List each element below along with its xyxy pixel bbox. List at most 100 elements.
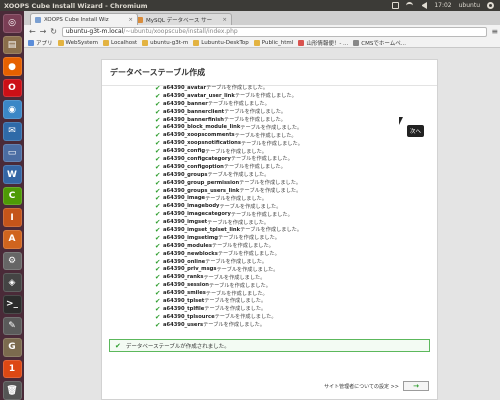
list-item: ✔ a64390_smiles テーブルを作成しました。 <box>155 289 303 297</box>
list-item: ✔ a64390_config テーブルを作成しました。 <box>155 147 303 155</box>
table-name: a64390_groups_users_link <box>163 187 240 194</box>
bookmark-label: WebSystem <box>65 39 99 46</box>
gimp-icon[interactable]: G <box>2 338 22 357</box>
volume-icon[interactable] <box>420 2 428 9</box>
created-message: テーブルを作成しました。 <box>204 306 267 313</box>
created-message: テーブルを作成しました。 <box>234 132 297 139</box>
next-button[interactable]: → <box>403 381 429 391</box>
window-title: XOOPS Cube Install Wizard - Chromium <box>4 1 148 10</box>
bookmark-item[interactable]: 山形情報便！- ... <box>298 39 348 47</box>
software-center-icon[interactable]: A <box>2 230 22 249</box>
tab-label: XOOPS Cube Install Wiz <box>44 16 109 23</box>
tab-xoops-install[interactable]: XOOPS Cube Install Wiz × <box>30 13 138 25</box>
firefox-icon[interactable]: ● <box>2 57 22 76</box>
folder-icon <box>57 39 64 46</box>
checkmark-icon: ✔ <box>155 249 161 258</box>
mail-icon[interactable] <box>392 2 400 9</box>
chromium-icon[interactable]: ◉ <box>2 100 22 120</box>
browser-window: XOOPS Cube Install Wiz × MySQL データベース サー… <box>24 11 500 400</box>
created-message: テーブルを作成しました。 <box>207 101 270 108</box>
list-item: ✔ a64390_tplset テーブルを作成しました。 <box>155 297 303 305</box>
settings-icon[interactable]: ⚙ <box>2 251 22 271</box>
table-name: a64390_configoption <box>163 163 224 170</box>
menu-icon[interactable]: ≡ <box>489 26 500 37</box>
checkmark-icon: ✔ <box>155 202 161 211</box>
writer-icon[interactable]: W <box>2 165 22 184</box>
created-message: テーブルを作成しました。 <box>216 266 279 273</box>
ubuntu-logo-icon[interactable]: ◎ <box>2 14 22 33</box>
created-message: テーブルを作成しました。 <box>224 109 287 116</box>
bookmark-label: Lubuntu-DeskTop <box>201 39 249 46</box>
bookmark-label: CMSでホームペ... <box>361 40 406 47</box>
wizard-footer: サイト管理者についての設定 >> → <box>324 381 429 391</box>
gear-icon[interactable] <box>487 2 494 9</box>
checkmark-icon: ✔ <box>155 320 161 329</box>
opera-icon[interactable]: O <box>2 78 22 98</box>
url-path: /~ubuntu/xoopscube/install/index.php <box>123 28 238 35</box>
table-name: a64390_users <box>163 321 204 328</box>
table-name: a64390_image <box>163 195 206 202</box>
ubuntu-one-icon[interactable]: 1 <box>2 359 22 379</box>
list-item: ✔ a64390_bannerclient テーブルを作成しました。 <box>155 108 303 116</box>
bookmark-item[interactable]: ubuntu-g3t-m <box>142 39 189 46</box>
table-name: a64390_config <box>163 148 206 155</box>
bookmark-item[interactable]: Lubuntu-DeskTop <box>193 39 249 46</box>
table-name: a64390_group_permission <box>163 179 240 186</box>
mysql-workbench-icon[interactable]: ◈ <box>2 273 22 292</box>
bookmark-item[interactable]: Localhost <box>103 39 137 46</box>
checkmark-icon: ✔ <box>155 107 161 116</box>
user-name[interactable]: ubuntu <box>459 2 480 9</box>
checkmark-icon: ✔ <box>155 273 161 282</box>
created-message: テーブルを作成しました。 <box>217 251 280 258</box>
thunderbird-icon[interactable]: ✉ <box>2 122 22 141</box>
tab-mysql[interactable]: MySQL データベース サー × <box>132 13 232 25</box>
close-tab-icon[interactable]: × <box>125 17 133 23</box>
bookmark-item[interactable]: WebSystem <box>57 39 99 46</box>
back-icon[interactable]: ← <box>27 26 38 37</box>
table-name: a64390_online <box>163 258 206 265</box>
checkmark-icon: ✔ <box>155 186 161 195</box>
calc-icon[interactable]: C <box>2 186 22 206</box>
document-icon[interactable]: ▭ <box>2 143 22 163</box>
terminal-icon[interactable]: >_ <box>2 294 22 314</box>
table-name: a64390_newblocks <box>163 250 218 257</box>
text-editor-icon[interactable]: ✎ <box>2 316 22 336</box>
bookmark-label: ubuntu-g3t-m <box>150 39 189 46</box>
page-content: データベーステーブル作成 ✔ a64390_avatar テーブルを作成しました。 ✔… <box>24 48 500 400</box>
files-icon[interactable]: ▤ <box>2 35 22 55</box>
address-bar[interactable]: ubuntu-g3t-m.local/~ubuntu/xoopscube/ins… <box>61 26 488 37</box>
created-message: テーブルを作成しました。 <box>234 93 297 100</box>
list-item: ✔ a64390_imgset テーブルを作成しました。 <box>155 218 303 226</box>
checkmark-icon: ✔ <box>155 154 161 163</box>
bookmark-item[interactable]: アプリ <box>28 39 53 47</box>
checkmark-icon: ✔ <box>155 257 161 266</box>
checkmark-icon: ✔ <box>155 289 161 298</box>
checkmark-icon: ✔ <box>155 123 161 132</box>
created-message: テーブルを作成しました。 <box>203 322 266 329</box>
clock[interactable]: 17:02 <box>434 2 451 9</box>
bookmark-label: 山形情報便！- ... <box>306 40 349 47</box>
list-item: ✔ a64390_configcategory テーブルを作成しました。 <box>155 155 303 163</box>
checkmark-icon: ✔ <box>115 341 121 350</box>
bookmark-item[interactable]: CMSでホームペ... <box>353 39 406 47</box>
reload-icon[interactable]: ↻ <box>48 26 59 37</box>
success-message-box: ✔ データベーステーブルが作成されました。 <box>109 339 430 352</box>
network-icon[interactable] <box>406 2 414 9</box>
close-tab-icon[interactable]: × <box>219 17 227 23</box>
checkmark-icon: ✔ <box>155 139 161 148</box>
bookmark-item[interactable]: Public_html <box>253 39 293 46</box>
page-favicon-icon <box>35 16 41 23</box>
table-name: a64390_avatar <box>163 84 207 91</box>
checkmark-icon: ✔ <box>155 265 161 274</box>
created-message: テーブルを作成しました。 <box>204 298 267 305</box>
created-message: テーブルを作成しました。 <box>239 188 302 195</box>
checkmark-icon: ✔ <box>155 162 161 171</box>
created-message: テーブルを作成しました。 <box>205 148 267 155</box>
created-message: テーブルを作成しました。 <box>240 140 303 147</box>
forward-icon[interactable]: → <box>38 26 49 37</box>
checkmark-icon: ✔ <box>155 131 161 140</box>
created-message: テーブルを作成しました。 <box>218 235 280 242</box>
impress-icon[interactable]: I <box>2 208 22 228</box>
checkmark-icon: ✔ <box>155 210 161 219</box>
trash-icon[interactable]: 🗑 <box>2 381 22 400</box>
